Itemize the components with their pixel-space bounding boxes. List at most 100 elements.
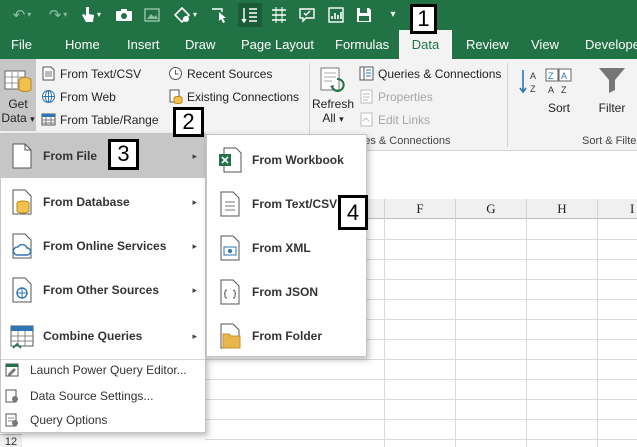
grid-line — [205, 379, 637, 380]
tab-formulas[interactable]: Formulas — [335, 30, 389, 59]
existing-connections-label: Existing Connections — [187, 89, 300, 104]
grid-line — [205, 419, 637, 420]
globe-icon — [42, 90, 55, 103]
properties-button[interactable]: Properties — [359, 89, 433, 104]
queries-connections-label: Queries & Connections — [378, 66, 502, 81]
tab-review[interactable]: Review — [466, 30, 509, 59]
callout-step-2: 2 — [173, 107, 204, 137]
chevron-right-icon: ▸ — [192, 150, 197, 161]
cloud-icon — [12, 233, 32, 259]
menu-item-query-options[interactable]: Query Options — [1, 408, 205, 432]
existing-connections-button[interactable]: Existing Connections — [168, 89, 299, 104]
tab-page-layout[interactable]: Page Layout — [241, 30, 314, 59]
refresh-all-label-1: Refresh — [311, 97, 355, 111]
chevron-right-icon: ▸ — [192, 240, 197, 251]
get-data-button[interactable]: Get Data ▾ — [0, 59, 36, 131]
from-table-range-button[interactable]: From Table/Range — [41, 112, 159, 127]
edit-links-label: Edit Links — [378, 112, 431, 127]
get-data-label-1: Get — [8, 97, 28, 111]
comment-check-icon[interactable] — [296, 3, 318, 27]
undo-icon[interactable]: ↶ ▾ — [8, 3, 36, 27]
menu-item-from-database[interactable]: From Database ▸ — [1, 180, 205, 224]
menu-item-from-other-sources[interactable]: From Other Sources ▸ — [1, 268, 205, 312]
chevron-right-icon: ▸ — [192, 284, 197, 295]
sort-button-icon[interactable]: ZAAZ — [545, 68, 573, 96]
customize-qat-icon[interactable]: ▾ — [386, 3, 400, 27]
recent-sources-button[interactable]: Recent Sources — [168, 66, 272, 81]
column-header-f[interactable]: F — [385, 199, 456, 219]
tab-home[interactable]: Home — [65, 30, 100, 59]
queries-panel-icon — [359, 66, 374, 81]
tab-developer[interactable]: Developer — [585, 30, 637, 59]
tab-insert[interactable]: Insert — [127, 30, 160, 59]
get-data-label-2: Data — [1, 111, 27, 125]
redo-icon[interactable]: ↷ ▾ — [44, 3, 72, 27]
properties-label: Properties — [378, 89, 433, 104]
submenu-item-from-workbook[interactable]: From Workbook — [207, 138, 366, 182]
save-icon[interactable] — [354, 3, 374, 27]
tab-file[interactable]: File — [11, 30, 32, 59]
file-icon — [12, 143, 32, 169]
power-query-editor-icon — [5, 363, 19, 377]
tab-data[interactable]: Data — [399, 30, 452, 59]
column-header-h[interactable]: H — [527, 199, 598, 219]
edit-links-icon — [360, 112, 373, 127]
chart-icon[interactable] — [326, 3, 346, 27]
database-icon — [12, 189, 32, 215]
sort-az-button[interactable]: AZ — [518, 68, 542, 96]
menu-item-label: Data Source Settings... — [30, 389, 154, 403]
filter-button[interactable]: Filter — [592, 65, 632, 131]
image-icon[interactable] — [142, 3, 162, 27]
callout-step-3: 3 — [108, 139, 139, 170]
from-web-label: From Web — [60, 89, 116, 104]
grid-line — [205, 399, 637, 400]
from-web-button[interactable]: From Web — [41, 89, 116, 104]
query-options-icon — [5, 413, 18, 427]
menu-item-from-online-services[interactable]: From Online Services ▸ — [1, 224, 205, 268]
grid-line — [526, 219, 527, 447]
sort-az-icon: AZ — [519, 70, 536, 94]
menu-item-launch-power-query-editor[interactable]: Launch Power Query Editor... — [1, 358, 205, 382]
refresh-all-label-2: All — [322, 111, 336, 125]
properties-icon — [360, 89, 373, 104]
tab-view[interactable]: View — [531, 30, 559, 59]
chevron-right-icon: ▸ — [192, 196, 197, 207]
column-header-g[interactable]: G — [456, 199, 527, 219]
submenu-item-from-xml[interactable]: From XML — [207, 226, 366, 270]
table-icon — [41, 113, 56, 126]
menu-item-label: From Other Sources — [43, 283, 160, 297]
submenu-item-label: From JSON — [252, 285, 319, 299]
chevron-right-icon: ▸ — [192, 330, 197, 341]
ribbon-tabs: File Home Insert Draw Page Layout Formul… — [0, 30, 637, 59]
row-format-icon[interactable] — [268, 3, 290, 27]
quick-access-toolbar: ↶ ▾ ↷ ▾ ▾ ▾ ▾ — [0, 0, 637, 30]
row-header-12[interactable]: 12 — [0, 434, 22, 447]
edit-links-button[interactable]: Edit Links — [359, 112, 430, 127]
menu-item-from-file[interactable]: From File ▸ — [1, 134, 205, 178]
grid-line — [384, 219, 385, 447]
sort-column-icon[interactable] — [238, 3, 262, 27]
refresh-all-button[interactable]: Refresh All ▾ — [311, 65, 355, 131]
menu-item-combine-queries[interactable]: Combine Queries ▸ — [1, 314, 205, 358]
from-text-csv-label: From Text/CSV — [60, 66, 142, 81]
svg-text:A: A — [548, 85, 554, 95]
camera-icon[interactable] — [114, 3, 134, 27]
submenu-item-from-folder[interactable]: From Folder — [207, 314, 366, 358]
sort-label[interactable]: Sort — [544, 101, 574, 115]
submenu-item-from-json[interactable]: From JSON — [207, 270, 366, 314]
from-text-csv-button[interactable]: From Text/CSV — [41, 66, 141, 81]
column-header-i[interactable]: I — [598, 199, 637, 219]
submenu-item-label: From Text/CSV — [252, 197, 338, 211]
svg-text:A: A — [530, 71, 536, 81]
grid-line — [205, 439, 637, 440]
queries-connections-button[interactable]: Queries & Connections — [359, 66, 501, 81]
chevron-down-icon: ▾ — [339, 114, 344, 124]
json-file-icon — [220, 279, 240, 305]
select-cursor-icon[interactable] — [210, 3, 230, 27]
submenu-item-label: From Workbook — [252, 153, 344, 167]
grid-line — [205, 359, 637, 360]
shapes-icon[interactable]: ▾ — [170, 3, 200, 27]
touch-mode-icon[interactable]: ▾ — [78, 3, 104, 27]
menu-item-data-source-settings[interactable]: Data Source Settings... — [1, 384, 205, 408]
tab-draw[interactable]: Draw — [185, 30, 215, 59]
